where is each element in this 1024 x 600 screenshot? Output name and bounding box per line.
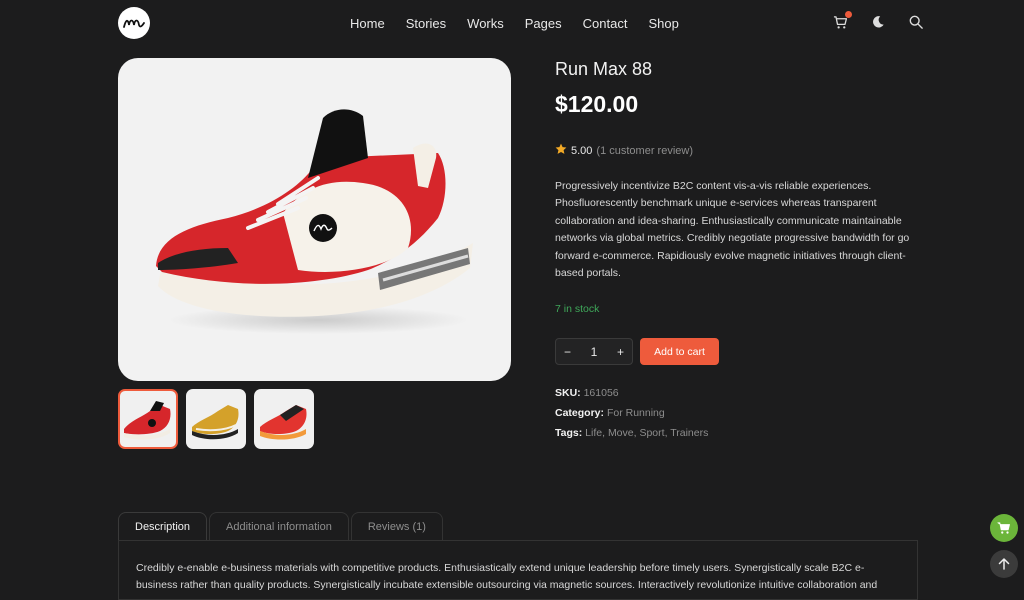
product-price: $120.00 [555,91,639,117]
description-text: Credibly e-enable e-business materials w… [136,562,878,591]
product-main-image[interactable] [118,58,511,381]
main-nav: Home Stories Works Pages Contact Shop [350,15,700,32]
cart-badge [845,11,852,18]
scroll-to-top-button[interactable] [990,550,1018,578]
nav-shop[interactable]: Shop [648,15,678,32]
tag-link-life[interactable]: Life [585,427,602,439]
nav-stories[interactable]: Stories [406,15,446,32]
thumbnail-red-shoe[interactable] [118,389,178,449]
qty-minus-button[interactable]: − [564,345,571,359]
quantity-stepper: − 1 + [555,338,633,365]
product-title: Run Max 88 [555,59,653,79]
header-actions [832,11,924,30]
arrow-up-icon [998,558,1010,570]
product-sku: SKU: 161056 [555,387,619,399]
sku-label: SKU: [555,387,581,399]
product-short-description: Progressively incentivize B2C content vi… [555,180,910,280]
product-rating: 5.00 (1 customer review) [555,143,693,158]
site-logo[interactable] [118,7,150,39]
category-label: Category: [555,407,605,419]
tag-link-move[interactable]: Move [608,427,634,439]
qty-input[interactable]: 1 [591,345,598,359]
tab-additional-information[interactable]: Additional information [209,512,349,541]
tag-link-trainers[interactable]: Trainers [670,427,708,439]
add-to-cart-button[interactable]: Add to cart [640,338,719,365]
qty-plus-button[interactable]: + [617,345,624,359]
product-category: Category: For Running [555,407,665,419]
nav-works[interactable]: Works [467,15,504,32]
rating-score: 5.00 [571,144,593,157]
moon-icon[interactable] [870,14,886,30]
category-link[interactable]: For Running [607,407,665,419]
tags-label: Tags: [555,427,583,439]
sku-value: 161056 [583,387,619,399]
tab-reviews[interactable]: Reviews (1) [350,512,443,541]
thumbnail-yellow-shoe[interactable] [186,389,246,449]
product-tags: Tags: Life, Move, Sport, Trainers [555,427,709,439]
thumbnail-orange-shoe[interactable] [254,389,314,449]
floating-cart-button[interactable] [990,514,1018,542]
nav-pages[interactable]: Pages [525,15,562,32]
tag-link-sport[interactable]: Sport [639,427,664,439]
cart-icon[interactable] [832,11,852,30]
search-icon[interactable] [908,14,924,30]
nav-contact[interactable]: Contact [583,15,628,32]
star-icon [555,143,567,158]
nav-home[interactable]: Home [350,15,385,32]
product-thumbnails [118,389,314,449]
tab-description[interactable]: Description [118,512,208,541]
stock-status: 7 in stock [555,303,600,315]
cart-icon [997,522,1010,534]
review-count-link[interactable]: (1 customer review) [596,145,693,157]
product-tabs: Description Additional information Revie… [118,512,443,541]
